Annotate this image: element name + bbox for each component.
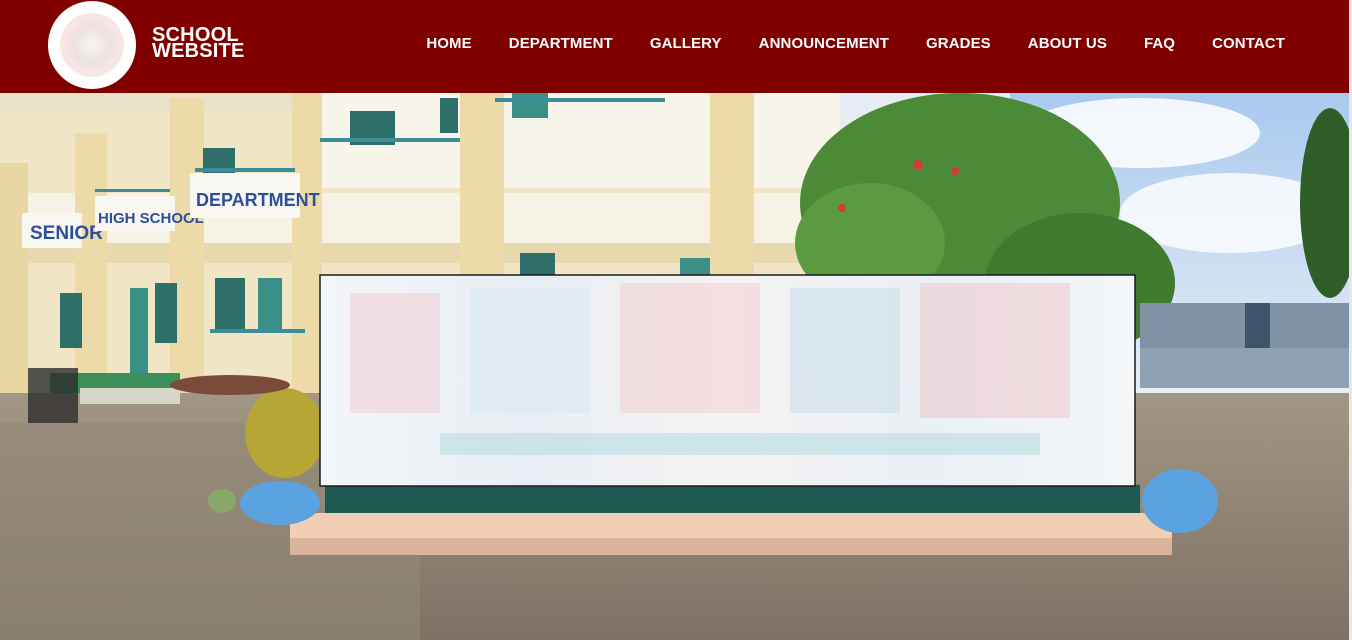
nav-announcement[interactable]: ANNOUNCEMENT	[759, 35, 889, 52]
nav-about-us[interactable]: ABOUT US	[1028, 35, 1107, 52]
site-title[interactable]: SCHOOL WEBSITE	[152, 25, 245, 62]
nav-gallery[interactable]: GALLERY	[650, 35, 722, 52]
hero-image: SENIOR HIGH SCHOOL DEPARTMENT	[0, 93, 1349, 640]
nav-grades[interactable]: GRADES	[926, 35, 991, 52]
school-logo[interactable]	[48, 1, 136, 89]
sign-high-school: HIGH SCHOOL	[98, 210, 204, 227]
sign-senior: SENIOR	[30, 223, 103, 244]
top-navbar: SCHOOL WEBSITE HOME DEPARTMENT GALLERY A…	[0, 0, 1349, 93]
site-title-line2: WEBSITE	[152, 40, 245, 62]
main-nav: HOME DEPARTMENT GALLERY ANNOUNCEMENT GRA…	[426, 0, 1285, 86]
nav-faq[interactable]: FAQ	[1144, 35, 1175, 52]
school-campus-photo: SENIOR HIGH SCHOOL DEPARTMENT	[0, 93, 1349, 640]
nav-department[interactable]: DEPARTMENT	[509, 35, 613, 52]
sign-department: DEPARTMENT	[196, 190, 320, 210]
school-seal-icon	[60, 13, 124, 77]
nav-contact[interactable]: CONTACT	[1212, 35, 1285, 52]
nav-home[interactable]: HOME	[426, 35, 471, 52]
